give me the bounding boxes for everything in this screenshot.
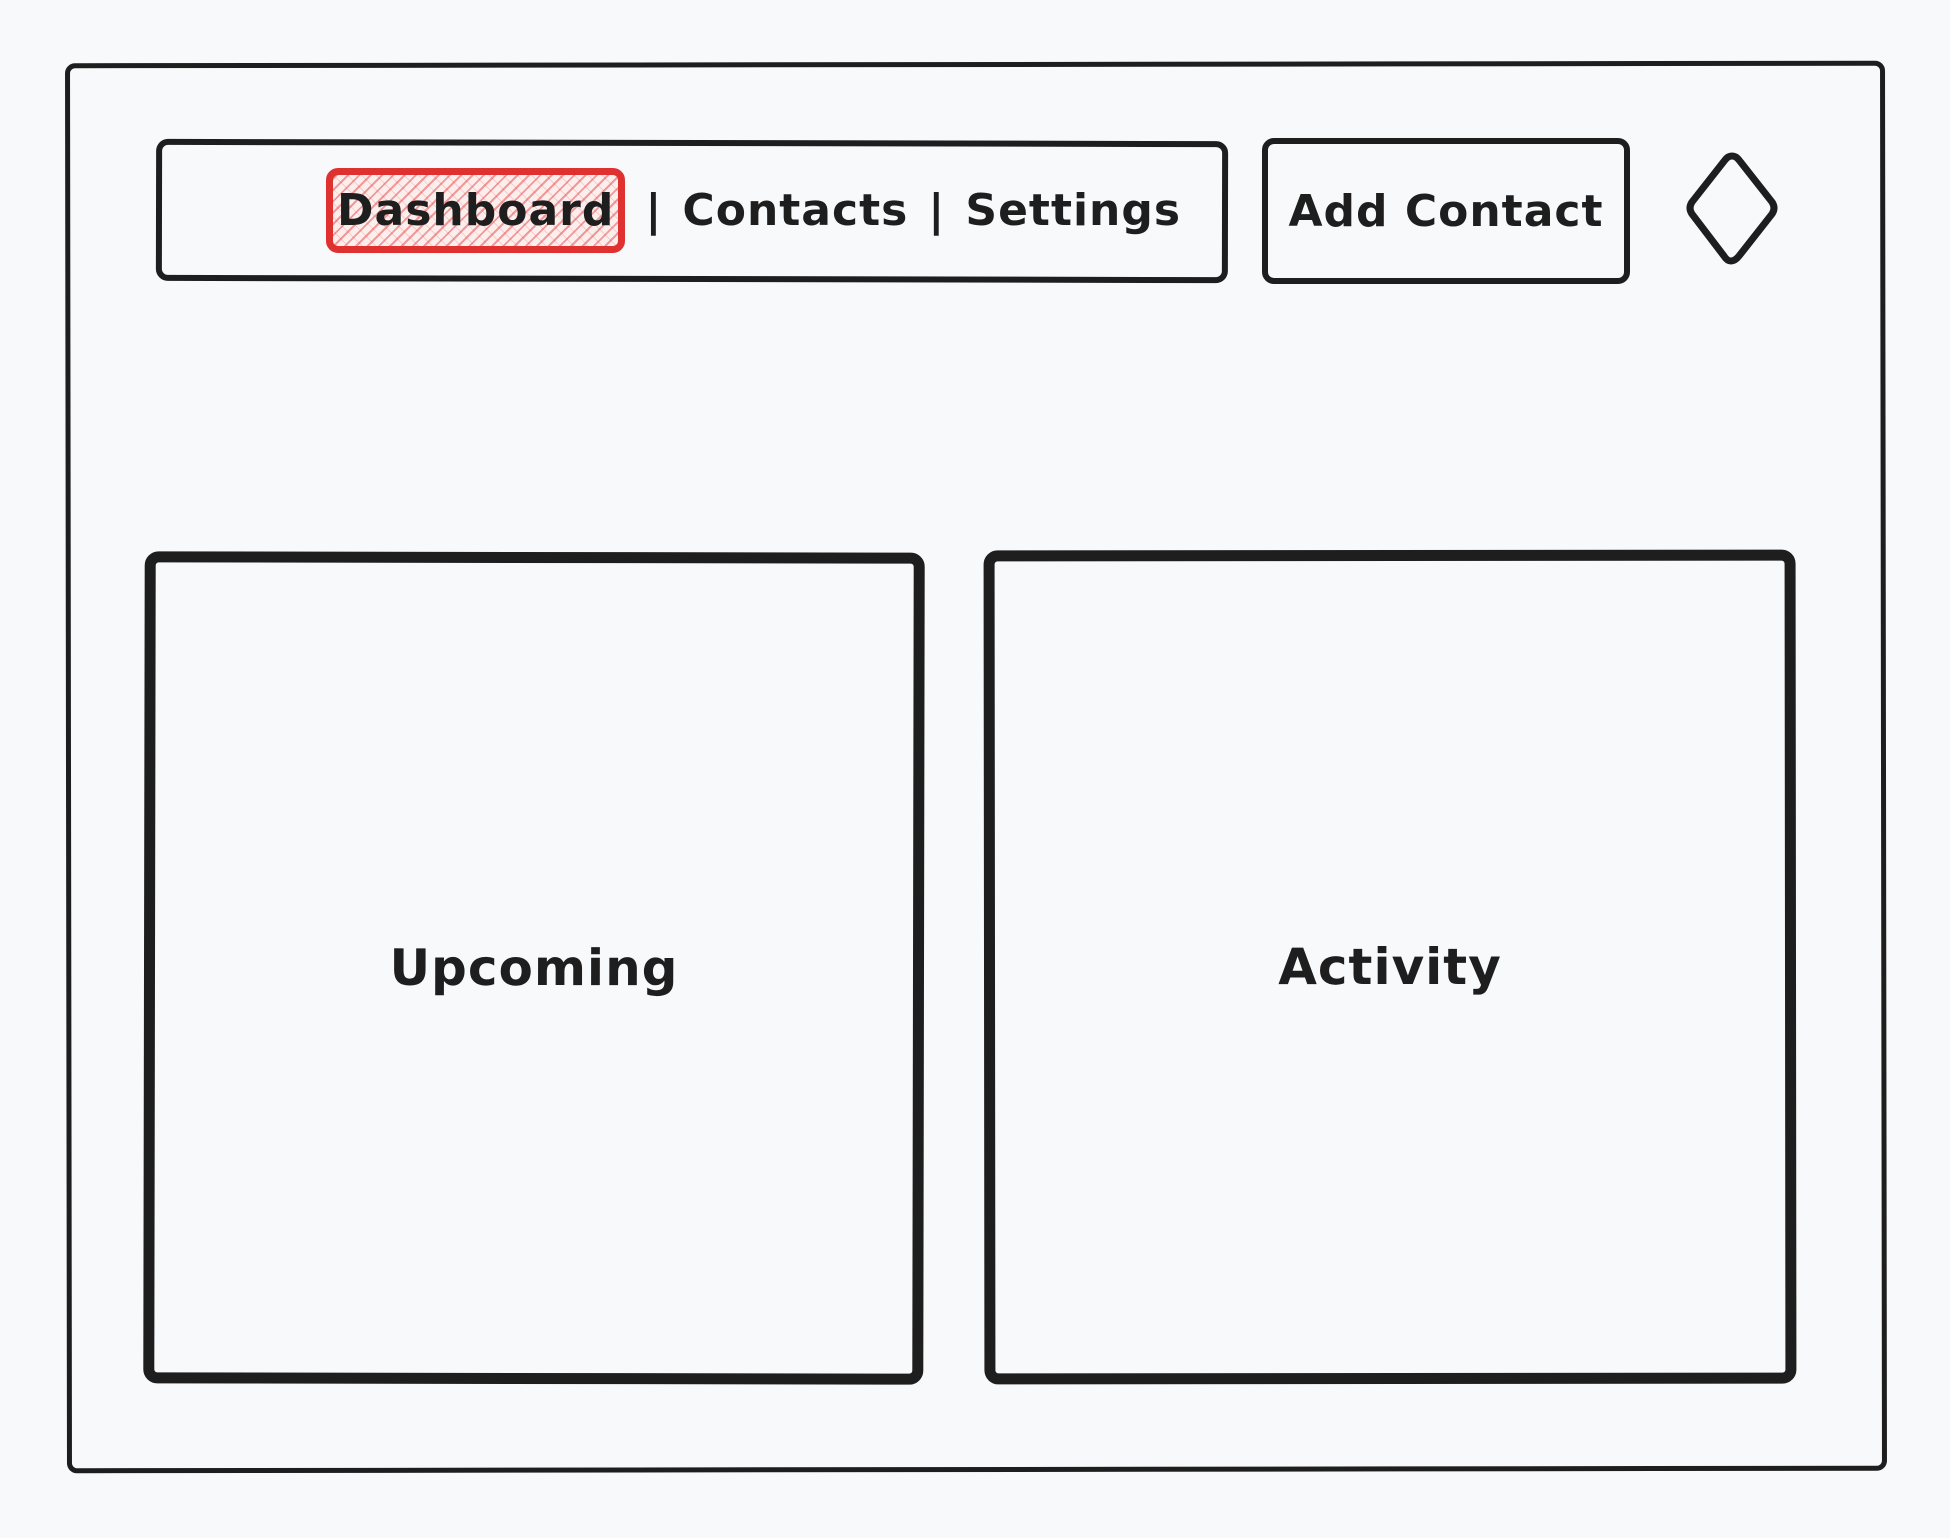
nav-item-settings[interactable]: Settings (965, 185, 1181, 236)
add-contact-button[interactable]: Add Contact (1262, 138, 1630, 284)
upcoming-panel: Upcoming (143, 551, 925, 1385)
nav-item-contacts[interactable]: Contacts (682, 185, 908, 236)
nav-separator: | (928, 184, 946, 236)
nav-separator: | (645, 184, 663, 236)
activity-panel: Activity (983, 549, 1797, 1385)
activity-panel-title: Activity (1278, 937, 1502, 997)
diamond-icon[interactable] (1682, 150, 1782, 266)
nav-item-dashboard[interactable]: Dashboard (326, 167, 626, 253)
nav-menu: Dashboard | Contacts | Settings (326, 154, 1181, 266)
upcoming-panel-title: Upcoming (389, 938, 679, 998)
